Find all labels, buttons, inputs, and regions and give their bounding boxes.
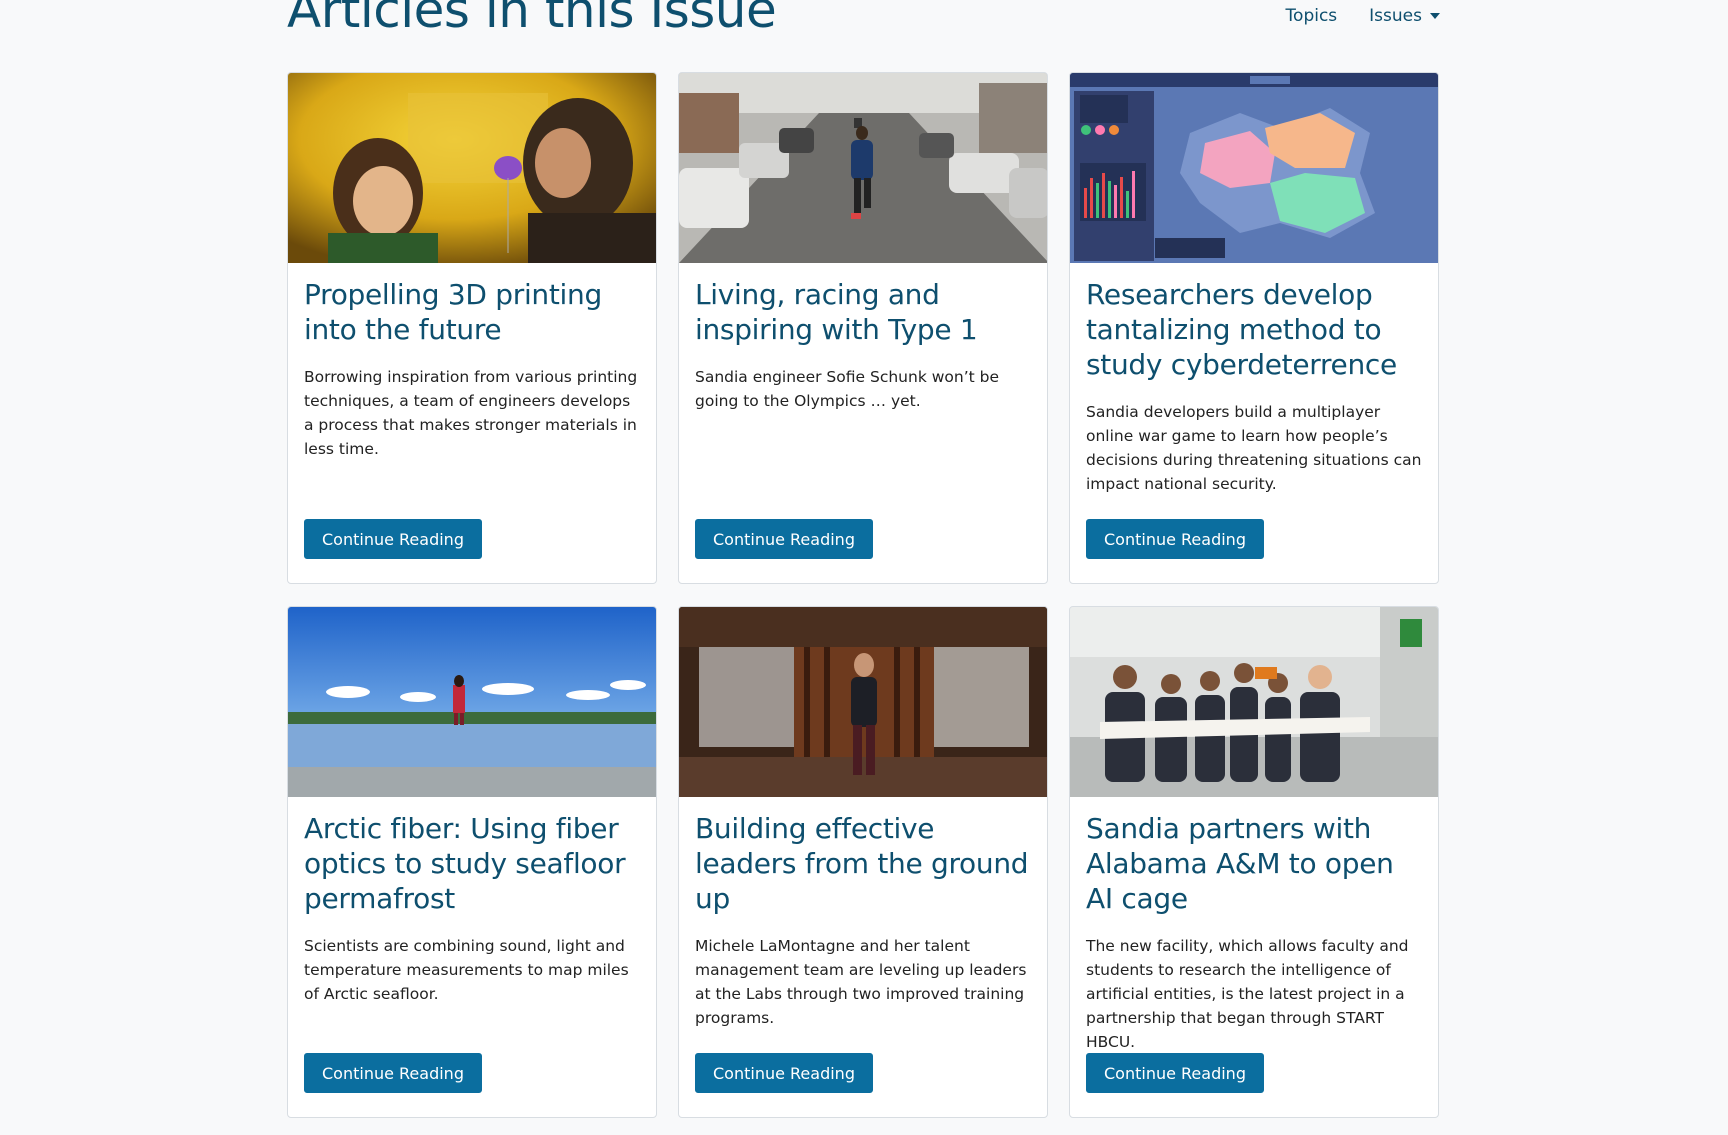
continue-reading-button[interactable]: Continue Reading xyxy=(695,1053,873,1093)
portrait-photo-icon xyxy=(679,607,1047,797)
nav-topics-label: Topics xyxy=(1285,6,1338,26)
continue-reading-button[interactable]: Continue Reading xyxy=(1086,519,1264,559)
article-title[interactable]: Arctic fiber: Using fiber optics to stud… xyxy=(304,811,640,916)
article-image-ribbon-cutting[interactable] xyxy=(1070,607,1438,797)
article-card-body: Living, racing and inspiring with Type 1… xyxy=(679,263,1047,413)
continue-reading-button[interactable]: Continue Reading xyxy=(304,1053,482,1093)
article-image-3d-printing[interactable] xyxy=(288,73,656,263)
page-container: Articles in this Issue Topics Issues Pro… xyxy=(287,0,1440,1118)
nav-issues-dropdown[interactable]: Issues xyxy=(1369,6,1440,26)
article-card-body: Arctic fiber: Using fiber optics to stud… xyxy=(288,797,656,1006)
nav-issues-label: Issues xyxy=(1369,6,1422,26)
article-card: Building effective leaders from the grou… xyxy=(678,606,1048,1118)
caret-down-icon xyxy=(1430,13,1440,19)
article-title[interactable]: Propelling 3D printing into the future xyxy=(304,277,640,347)
article-summary: Borrowing inspiration from various print… xyxy=(304,368,638,458)
article-image-war-game[interactable] xyxy=(1070,73,1438,263)
article-image-runner[interactable] xyxy=(679,73,1047,263)
article-summary: Sandia developers build a multiplayer on… xyxy=(1086,403,1422,493)
article-summary: The new facility, which allows faculty a… xyxy=(1086,937,1409,1051)
article-image-arctic[interactable] xyxy=(288,607,656,797)
article-summary: Sandia engineer Sofie Schunk won’t be go… xyxy=(695,368,1000,410)
article-title[interactable]: Researchers develop tantalizing method t… xyxy=(1086,277,1422,382)
nav-topics-link[interactable]: Topics xyxy=(1286,6,1338,26)
article-card: Propelling 3D printing into the future B… xyxy=(287,72,657,584)
continue-reading-button[interactable]: Continue Reading xyxy=(1086,1053,1264,1093)
article-card: Living, racing and inspiring with Type 1… xyxy=(678,72,1048,584)
group-photo-icon xyxy=(1070,607,1438,797)
lab-photo-icon xyxy=(288,73,656,263)
article-title[interactable]: Building effective leaders from the grou… xyxy=(695,811,1031,916)
article-title[interactable]: Living, racing and inspiring with Type 1 xyxy=(695,277,1031,347)
article-summary: Scientists are combining sound, light an… xyxy=(304,937,629,1003)
article-card: Arctic fiber: Using fiber optics to stud… xyxy=(287,606,657,1118)
game-map-icon xyxy=(1070,73,1438,263)
continue-reading-button[interactable]: Continue Reading xyxy=(304,519,482,559)
article-image-leader[interactable] xyxy=(679,607,1047,797)
page-header: Articles in this Issue Topics Issues xyxy=(287,0,1440,72)
arctic-photo-icon xyxy=(288,607,656,797)
street-photo-icon xyxy=(679,73,1047,263)
article-title[interactable]: Sandia partners with Alabama A&M to open… xyxy=(1086,811,1422,916)
article-card-body: Researchers develop tantalizing method t… xyxy=(1070,263,1438,496)
articles-grid: Propelling 3D printing into the future B… xyxy=(287,72,1440,1118)
article-summary: Michele LaMontagne and her talent manage… xyxy=(695,937,1027,1027)
article-card-body: Propelling 3D printing into the future B… xyxy=(288,263,656,461)
page-title: Articles in this Issue xyxy=(287,0,777,39)
continue-reading-button[interactable]: Continue Reading xyxy=(695,519,873,559)
article-card-body: Sandia partners with Alabama A&M to open… xyxy=(1070,797,1438,1054)
top-nav: Topics Issues xyxy=(1286,6,1440,26)
article-card: Researchers develop tantalizing method t… xyxy=(1069,72,1439,584)
article-card: Sandia partners with Alabama A&M to open… xyxy=(1069,606,1439,1118)
article-card-body: Building effective leaders from the grou… xyxy=(679,797,1047,1030)
